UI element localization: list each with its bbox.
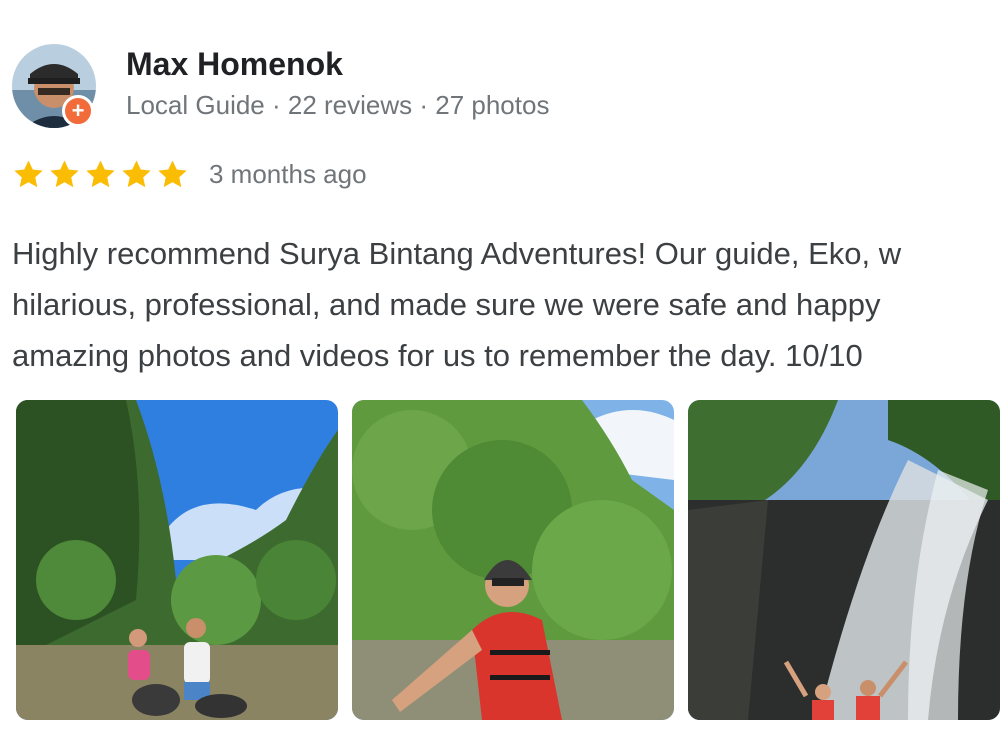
review-line: Highly recommend Surya Bintang Adventure… <box>12 236 902 271</box>
review-photo-3[interactable] <box>688 400 1000 720</box>
rating-row: 3 months ago <box>12 158 367 191</box>
local-guide-badge-icon: + <box>62 95 94 127</box>
star-icon <box>14 160 43 188</box>
review-line: hilarious, professional, and made sure w… <box>12 287 881 322</box>
review-photo-2[interactable] <box>352 400 674 720</box>
star-icon <box>86 160 115 188</box>
star-rating <box>12 158 189 191</box>
star-icon <box>158 160 187 188</box>
reviewer-meta: Local Guide · 22 reviews · 27 photos <box>126 90 550 120</box>
review-photo-1[interactable] <box>16 400 338 720</box>
review-date: 3 months ago <box>209 159 367 189</box>
reviewer-name[interactable]: Max Homenok <box>126 46 343 83</box>
review-text: Highly recommend Surya Bintang Adventure… <box>12 228 1000 381</box>
star-icon <box>122 160 151 188</box>
review-line: amazing photos and videos for us to reme… <box>12 338 863 373</box>
star-icon <box>50 160 79 188</box>
